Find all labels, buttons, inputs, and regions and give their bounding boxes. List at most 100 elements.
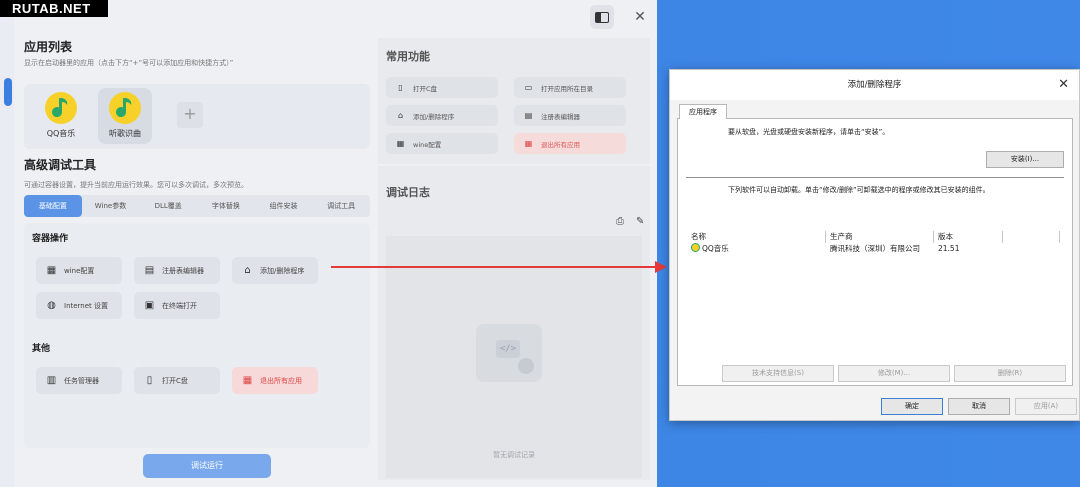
basket-icon: ⌂ — [244, 265, 251, 276]
row-name: QQ音乐 — [702, 244, 729, 253]
column-vendor[interactable]: 生产商 — [827, 231, 934, 243]
ok-button[interactable]: 确定 — [881, 398, 943, 415]
debug-run-button[interactable]: 调试运行 — [143, 454, 271, 478]
tab-dll-override[interactable]: DLL覆盖 — [139, 195, 197, 217]
add-app-button[interactable]: + — [177, 102, 203, 128]
internet-settings-button[interactable]: ◍ Internet 设置 — [36, 292, 122, 319]
app-tile-label: QQ音乐 — [46, 129, 76, 138]
dialog-title: 添加/删除程序 — [670, 70, 1079, 100]
registry-icon: ▤ — [144, 265, 155, 276]
open-app-dir-button[interactable]: ▭ 打开应用所在目录 — [514, 77, 626, 98]
debug-log-title: 调试日志 — [386, 186, 430, 199]
column-version[interactable]: 版本 — [935, 231, 1003, 243]
export-log-icon[interactable]: ⎙ — [616, 216, 624, 227]
apply-button[interactable]: 应用(A) — [1015, 398, 1077, 415]
wine-config-quick-button[interactable]: ▦ wine配置 — [386, 133, 498, 154]
button-label: 退出所有应用 — [541, 140, 580, 149]
clear-log-icon[interactable]: ✎ — [636, 216, 644, 227]
annotation-arrow-head — [655, 261, 667, 273]
title-bar: ✕ — [14, 0, 657, 34]
sidebar-toggle-button[interactable] — [590, 5, 614, 29]
sidebar-icon — [595, 11, 609, 23]
watermark: RUTAB.NET — [0, 0, 108, 17]
qqmusic-icon — [45, 92, 77, 124]
column-extra — [1004, 231, 1060, 243]
tab-wine-params[interactable]: Wine参数 — [82, 195, 140, 217]
tab-debug-tools[interactable]: 调试工具 — [312, 195, 370, 217]
app-tile-qqmusic[interactable]: QQ音乐 — [34, 88, 88, 144]
drive-icon: ▯ — [398, 83, 403, 92]
wine-icon: ▦ — [46, 265, 57, 276]
app-tile-song-recognition[interactable]: 听歌识曲 — [98, 88, 152, 144]
close-button[interactable]: ✕ — [628, 5, 652, 29]
empty-log-icon: </> — [476, 324, 542, 382]
button-label: 添加/删除程序 — [260, 266, 305, 275]
drive-icon: ▯ — [146, 375, 153, 386]
dialog-pane: 要从软盘，光盘或硬盘安装新程序，请单击“安装”。 安装(I)... 下列软件可以… — [677, 118, 1073, 386]
container-ops-panel: 容器操作 ▦ wine配置 ▤ 注册表编辑器 ⌂ 添加/删除程序 ◍ Internet … — [24, 223, 370, 448]
debug-log-area: </> 暂无调试记录 — [386, 236, 642, 478]
wine-config-button[interactable]: ▦ wine配置 — [36, 257, 122, 284]
task-manager-button[interactable]: ▥ 任务管理器 — [36, 367, 122, 394]
button-label: 退出所有应用 — [260, 376, 302, 385]
tab-applications[interactable]: 应用程序 — [679, 104, 727, 119]
open-terminal-button[interactable]: ▣ 在终端打开 — [134, 292, 220, 319]
button-label: wine配置 — [413, 140, 442, 149]
open-c-drive-button[interactable]: ▯ 打开C盘 — [134, 367, 220, 394]
empty-log-text: 暂无调试记录 — [493, 451, 535, 459]
button-label: 打开C盘 — [162, 376, 188, 385]
support-info-button[interactable]: 技术支持信息(S) — [722, 365, 834, 382]
dock-indicator — [4, 78, 12, 106]
row-version: 21.51 — [938, 244, 960, 253]
open-c-drive-quick-button[interactable]: ▯ 打开C盘 — [386, 77, 498, 98]
add-remove-programs-button[interactable]: ⌂ 添加/删除程序 — [232, 257, 318, 284]
tab-basic-config[interactable]: 基础配置 — [24, 195, 82, 217]
folder-icon: ▭ — [524, 83, 533, 92]
uninstall-instruction: 下列软件可以自动卸载。单击“修改/删除”可卸载选中的程序或修改其已安装的组件。 — [728, 186, 990, 194]
advanced-subtitle: 可通过容器设置，提升当前应用运行效果。您可以多次调试，多次预览。 — [24, 181, 248, 189]
button-label: 打开应用所在目录 — [541, 84, 593, 93]
remove-button[interactable]: 删除(R) — [954, 365, 1066, 382]
cancel-button[interactable]: 取消 — [948, 398, 1010, 415]
registry-quick-button[interactable]: ▤ 注册表编辑器 — [514, 105, 626, 126]
basket-icon: ⌂ — [397, 111, 404, 120]
tab-font-replace[interactable]: 字体替换 — [197, 195, 255, 217]
close-icon: ✕ — [634, 9, 646, 25]
install-button[interactable]: 安装(I)... — [986, 151, 1064, 168]
app-window: ✕ 应用列表 显示在启动器里的应用（点击下方“+”号可以添加应用和快捷方式）” … — [14, 0, 657, 487]
exit-all-quick-button[interactable]: ▦ 退出所有应用 — [514, 133, 626, 154]
wine-icon: ▦ — [396, 139, 405, 148]
qqmusic-icon — [691, 243, 700, 252]
app-list-title: 应用列表 — [24, 40, 73, 54]
right-panel: 常用功能 ▯ 打开C盘 ▭ 打开应用所在目录 ⌂ 添加/删除程序 ▤ 注册表编辑器 ▦ w… — [378, 38, 650, 480]
left-panel: 应用列表 显示在启动器里的应用（点击下方“+”号可以添加应用和快捷方式）” QQ… — [24, 38, 376, 480]
tab-component-install[interactable]: 组件安装 — [255, 195, 313, 217]
add-remove-quick-button[interactable]: ⌂ 添加/删除程序 — [386, 105, 498, 126]
registry-editor-button[interactable]: ▤ 注册表编辑器 — [134, 257, 220, 284]
button-label: wine配置 — [64, 266, 95, 275]
add-remove-programs-dialog: 添加/删除程序 ✕ 应用程序 要从软盘，光盘或硬盘安装新程序，请单击“安装”。 … — [669, 69, 1080, 421]
install-instruction: 要从软盘，光盘或硬盘安装新程序，请单击“安装”。 — [728, 128, 890, 136]
annotation-arrow-line — [331, 266, 661, 268]
registry-icon: ▤ — [524, 111, 533, 120]
modify-button[interactable]: 修改(M)... — [838, 365, 950, 382]
separator — [686, 177, 1064, 178]
app-list-subtitle: 显示在启动器里的应用（点击下方“+”号可以添加应用和快捷方式）” — [24, 59, 234, 67]
taskmgr-icon: ▥ — [46, 375, 57, 386]
column-name[interactable]: 名称 — [688, 231, 826, 243]
container-ops-title: 容器操作 — [32, 234, 69, 244]
table-row[interactable]: QQ音乐 — [688, 243, 826, 255]
exit-icon: ▦ — [242, 375, 253, 386]
dialog-close-icon[interactable]: ✕ — [1058, 77, 1069, 93]
qqmusic-icon — [109, 92, 141, 124]
advanced-tabs: 基础配置 Wine参数 DLL覆盖 字体替换 组件安装 调试工具 — [24, 195, 370, 217]
exit-all-apps-button[interactable]: ▦ 退出所有应用 — [232, 367, 318, 394]
button-label: 在终端打开 — [162, 301, 197, 310]
common-functions-title: 常用功能 — [386, 50, 430, 63]
button-label: 任务管理器 — [64, 376, 99, 385]
button-label: Internet 设置 — [64, 301, 109, 310]
other-title: 其他 — [32, 344, 51, 354]
app-tile-label: 听歌识曲 — [109, 129, 141, 138]
button-label: 注册表编辑器 — [541, 112, 580, 121]
globe-icon: ◍ — [47, 300, 56, 311]
